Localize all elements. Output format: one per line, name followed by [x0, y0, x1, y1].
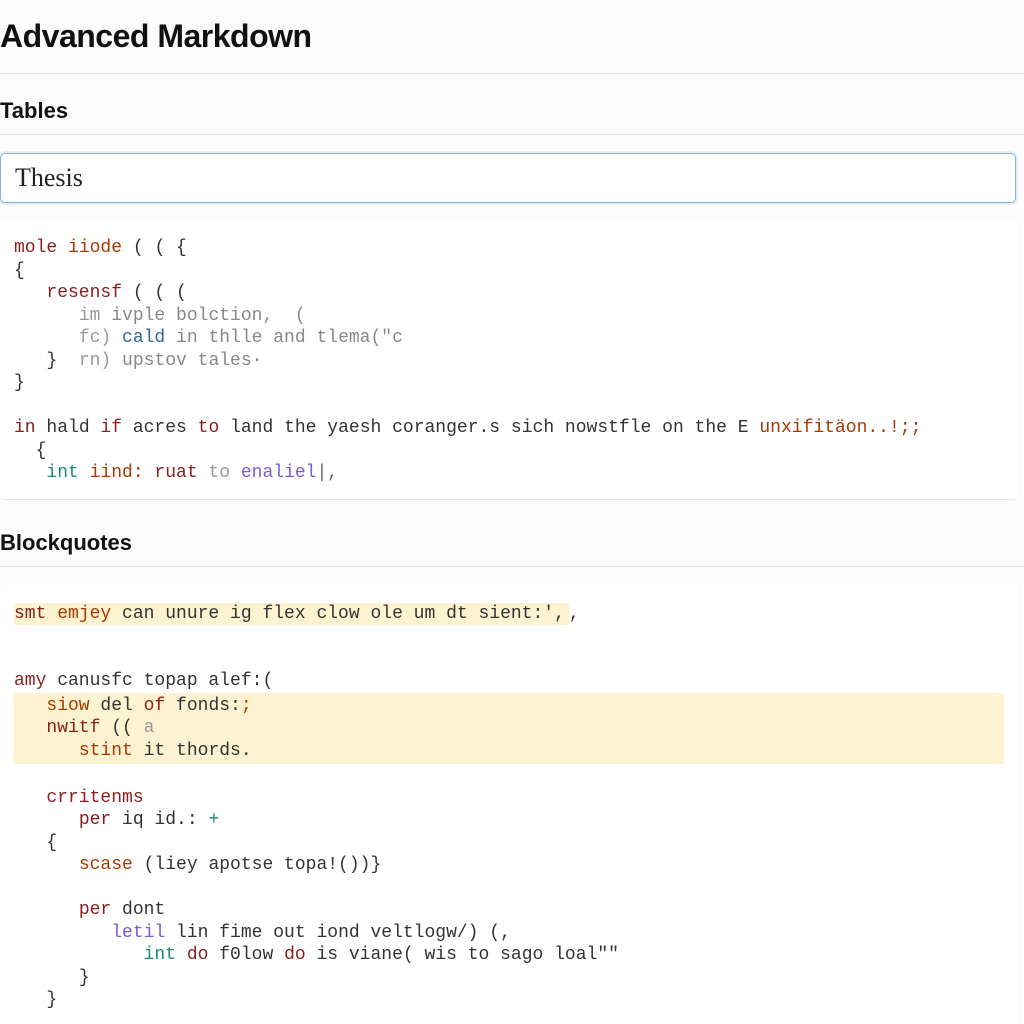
- divider: [0, 134, 1024, 135]
- code-block-tables: mole iiode ( ( { { resensf ( ( ( im ivpl…: [0, 219, 1018, 500]
- divider: [0, 73, 1024, 74]
- divider: [0, 566, 1024, 567]
- code-content: smt emjey can unure ig flex clow ole um …: [14, 603, 1004, 1012]
- section-heading-blockquotes: Blockquotes: [0, 530, 1024, 556]
- code-content: mole iiode ( ( { { resensf ( ( ( im ivpl…: [14, 237, 1004, 485]
- page-title: Advanced Markdown: [0, 18, 1024, 55]
- section-heading-tables: Tables: [0, 98, 1024, 124]
- code-block-blockquotes: smt emjey can unure ig flex clow ole um …: [0, 585, 1018, 1024]
- thesis-input[interactable]: [0, 153, 1016, 203]
